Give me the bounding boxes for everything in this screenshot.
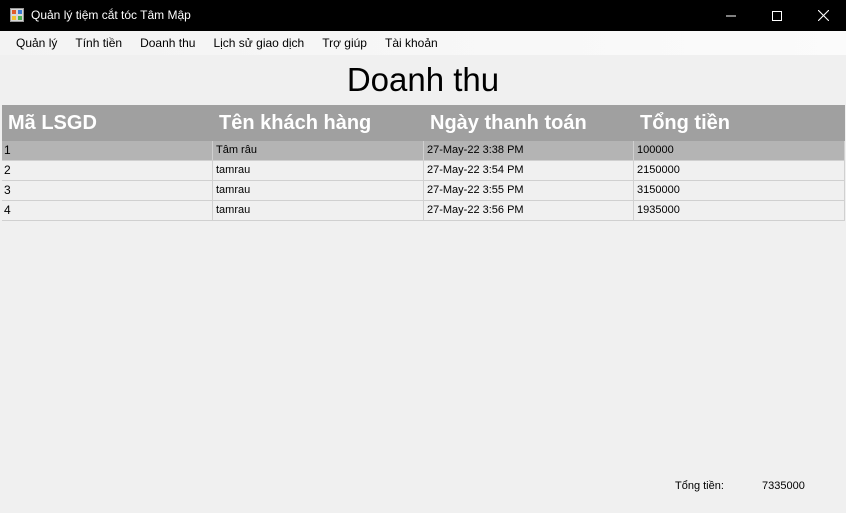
cell-date[interactable]: 27-May-22 3:38 PM (424, 141, 634, 160)
page-title: Doanh thu (346, 61, 500, 98)
menu-tinh-tien[interactable]: Tính tiền (66, 31, 131, 55)
menu-tro-giup[interactable]: Trợ giúp (313, 31, 376, 55)
cell-total[interactable]: 3150000 (634, 181, 845, 200)
cell-date[interactable]: 27-May-22 3:54 PM (424, 161, 634, 180)
minimize-icon (726, 15, 736, 16)
column-header-date[interactable]: Ngày thanh toán (424, 105, 634, 141)
column-header-total[interactable]: Tổng tiền (634, 105, 845, 141)
minimize-button[interactable] (708, 0, 754, 31)
cell-id[interactable]: 2 (2, 161, 213, 180)
cell-customer[interactable]: Tâm râu (213, 141, 424, 160)
table-row[interactable]: 3 tamrau 27-May-22 3:55 PM 3150000 (2, 181, 845, 201)
grid-header: Mã LSGD Tên khách hàng Ngày thanh toán T… (2, 105, 845, 141)
table-row[interactable]: 2 tamrau 27-May-22 3:54 PM 2150000 (2, 161, 845, 181)
total-value: 7335000 (762, 480, 805, 492)
cell-total[interactable]: 2150000 (634, 161, 845, 180)
maximize-button[interactable] (754, 0, 800, 31)
menu-doanh-thu[interactable]: Doanh thu (131, 31, 204, 55)
cell-customer[interactable]: tamrau (213, 201, 424, 220)
maximize-icon (772, 10, 782, 21)
total-label: Tổng tiền: (675, 480, 724, 492)
title-bar[interactable]: Quản lý tiệm cắt tóc Tâm Mập (0, 0, 846, 31)
menu-quan-ly[interactable]: Quản lý (7, 31, 66, 55)
close-icon (817, 10, 829, 21)
main-window: Quản lý tiệm cắt tóc Tâm Mập Quản lý Tín… (0, 0, 846, 513)
close-button[interactable] (800, 0, 846, 31)
cell-date[interactable]: 27-May-22 3:56 PM (424, 201, 634, 220)
cell-customer[interactable]: tamrau (213, 181, 424, 200)
cell-id[interactable]: 1 (2, 141, 213, 160)
column-header-customer[interactable]: Tên khách hàng (213, 105, 424, 141)
table-row[interactable]: 4 tamrau 27-May-22 3:56 PM 1935000 (2, 201, 845, 221)
table-row[interactable]: 1 Tâm râu 27-May-22 3:38 PM 100000 (2, 141, 845, 161)
cell-id[interactable]: 4 (2, 201, 213, 220)
menu-bar: Quản lý Tính tiền Doanh thu Lịch sử giao… (0, 31, 846, 55)
cell-id[interactable]: 3 (2, 181, 213, 200)
window-title: Quản lý tiệm cắt tóc Tâm Mập (31, 8, 191, 22)
cell-total[interactable]: 1935000 (634, 201, 845, 220)
cell-customer[interactable]: tamrau (213, 161, 424, 180)
revenue-grid[interactable]: Mã LSGD Tên khách hàng Ngày thanh toán T… (2, 105, 845, 221)
menu-lich-su-giao-dich[interactable]: Lịch sử giao dịch (204, 31, 313, 55)
app-icon[interactable] (10, 8, 24, 22)
cell-total[interactable]: 100000 (634, 141, 845, 160)
cell-date[interactable]: 27-May-22 3:55 PM (424, 181, 634, 200)
menu-tai-khoan[interactable]: Tài khoản (376, 31, 447, 55)
column-header-id[interactable]: Mã LSGD (2, 105, 213, 141)
